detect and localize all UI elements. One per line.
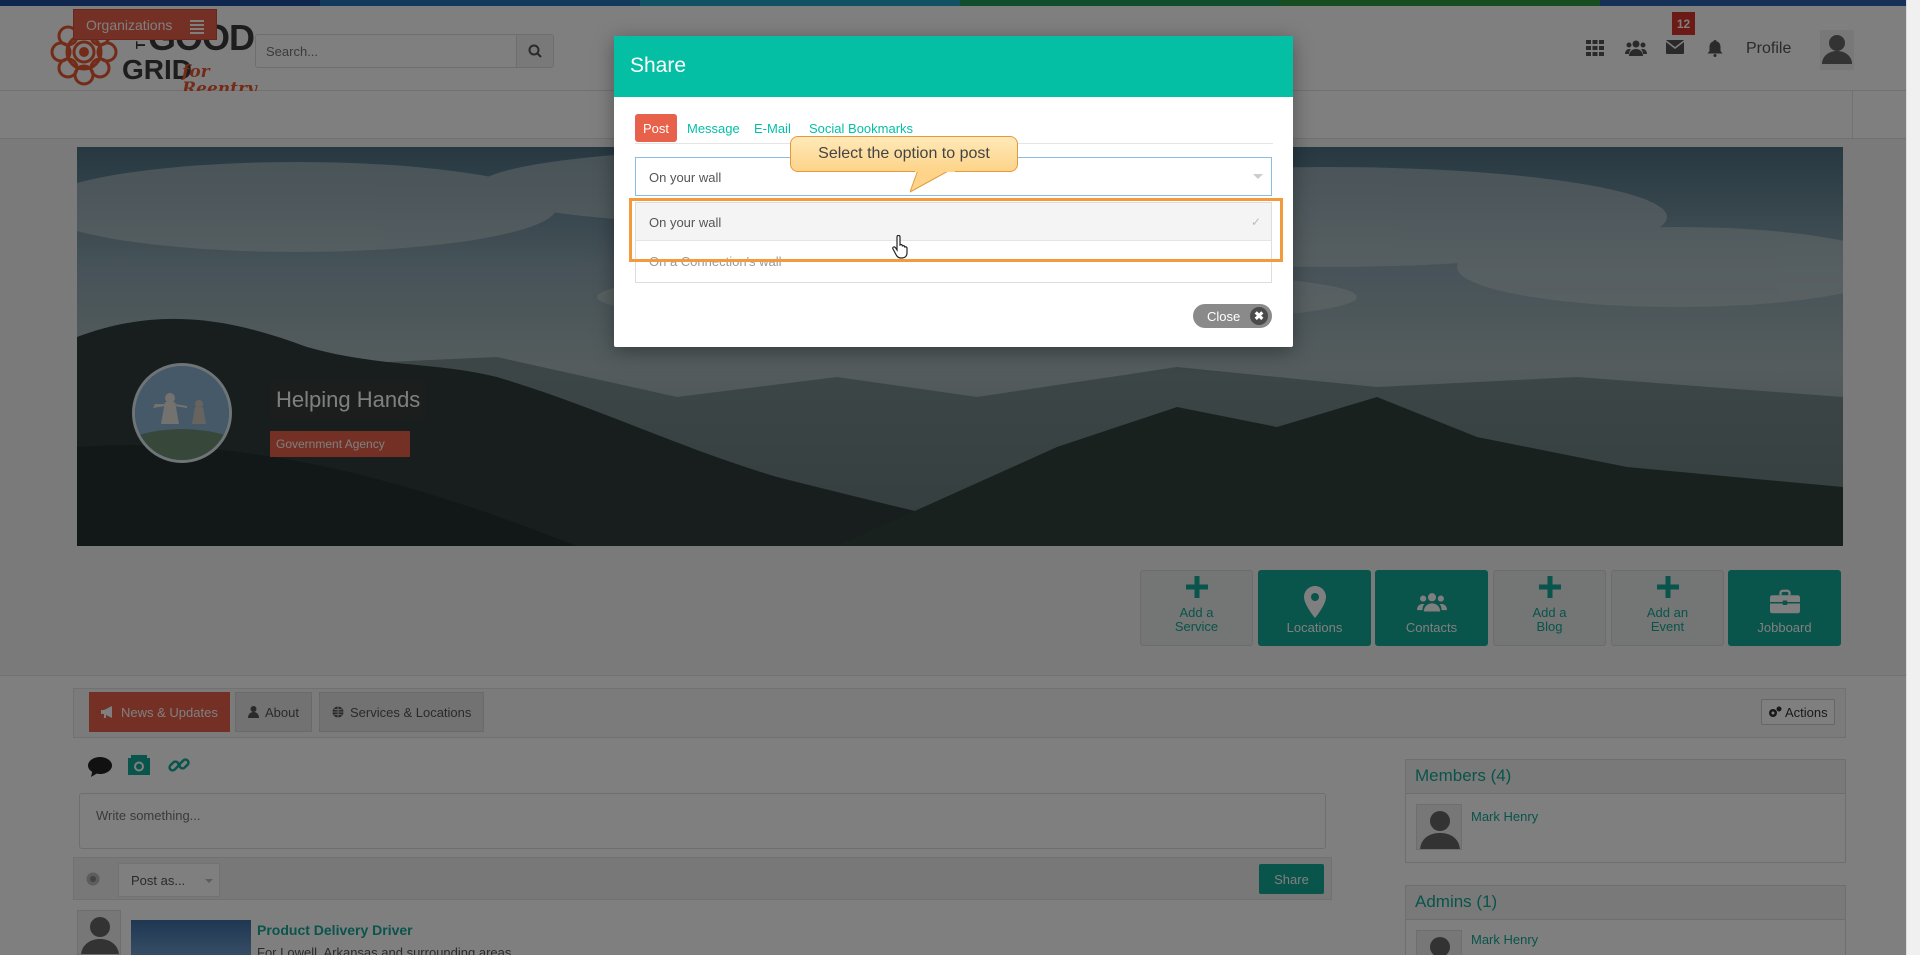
tutorial-tooltip: Select the option to post (790, 136, 1018, 172)
page-scrollbar[interactable] (1906, 0, 1920, 955)
close-button[interactable]: Close ✖ (1193, 304, 1272, 328)
close-icon: ✖ (1250, 307, 1268, 325)
hand-cursor-icon (892, 235, 908, 259)
tutorial-highlight-box (629, 198, 1283, 262)
tab-email[interactable]: E-Mail (754, 114, 791, 142)
tab-message[interactable]: Message (687, 114, 740, 142)
modal-title: Share (614, 36, 1293, 97)
chevron-down-icon (1253, 174, 1263, 179)
tooltip-pointer (910, 170, 955, 193)
close-label: Close (1207, 308, 1241, 324)
selected-value: On your wall (649, 170, 722, 185)
tab-post[interactable]: Post (635, 114, 678, 142)
